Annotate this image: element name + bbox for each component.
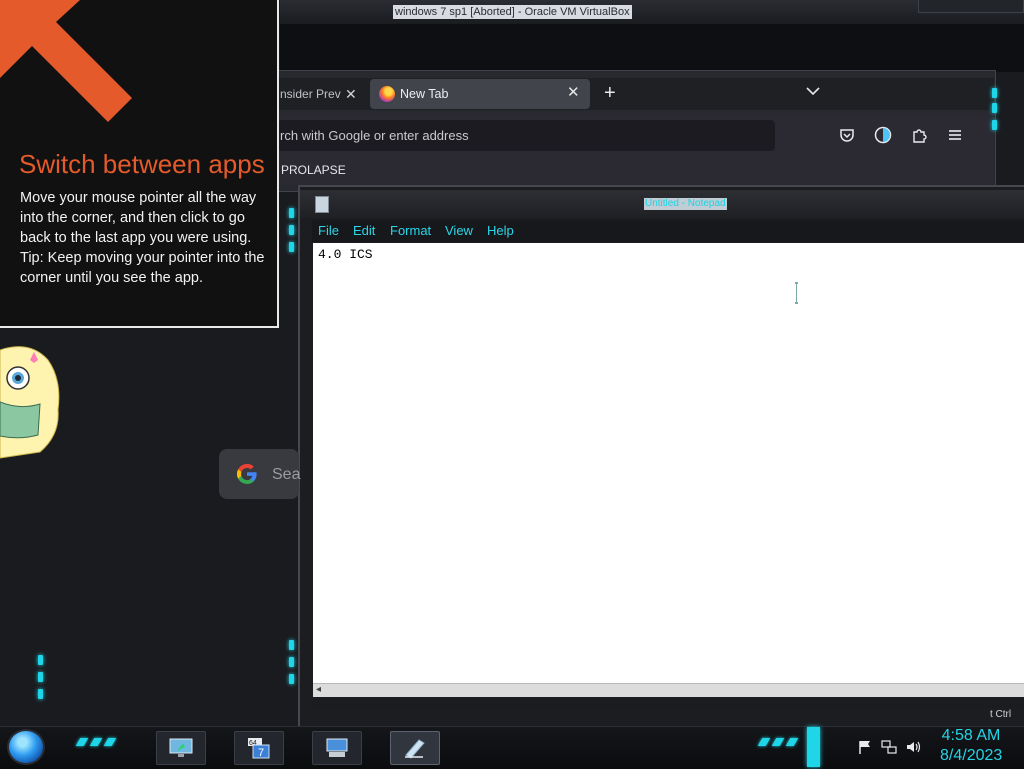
notepad-text-area[interactable] (313, 243, 1024, 683)
clock-date[interactable]: 8/4/2023 (940, 747, 1002, 765)
new-tab-button[interactable]: + (604, 82, 616, 104)
glow-accent (992, 88, 997, 98)
computer-icon (326, 738, 348, 757)
network-icon[interactable] (881, 739, 897, 755)
vm-window-title: windows 7 sp1 [Aborted] - Oracle VM Virt… (393, 5, 632, 19)
menu-edit[interactable]: Edit (353, 223, 375, 239)
menu-view[interactable]: View (445, 223, 473, 239)
url-placeholder: rch with Google or enter address (280, 128, 469, 143)
pocket-icon[interactable] (838, 126, 856, 144)
vm-titlebar[interactable] (280, 0, 1024, 25)
firefox-view-icon[interactable] (874, 126, 892, 144)
notepad-title: Untitled - Notepad (644, 198, 727, 210)
taskbar-app-remote-desktop[interactable] (156, 731, 206, 765)
glow-accent (289, 242, 294, 252)
hint-instruction: Move your mouse pointer all the way into… (20, 190, 257, 246)
vm-titlebar-decoration (918, 0, 1024, 13)
tab-label: New Tab (400, 87, 449, 101)
character-sticker-image (0, 346, 60, 459)
clock-time[interactable]: 4:58 AM (940, 727, 1002, 745)
scroll-left-icon[interactable]: ◂ (316, 684, 321, 696)
tab-insider-preview[interactable]: nsider Prev ✕ (278, 80, 368, 108)
glow-accent (992, 120, 997, 130)
hint-body: Move your mouse pointer all the way into… (20, 188, 270, 288)
glow-accent (289, 640, 294, 650)
tab-close-icon[interactable]: ✕ (345, 80, 357, 108)
vm-host-key-label: t Ctrl (990, 709, 1012, 721)
hint-tip: Tip: Keep moving your pointer into the c… (20, 250, 265, 286)
taskbar-app-windows7[interactable]: 64 7 (234, 731, 284, 765)
menu-help[interactable]: Help (487, 223, 514, 239)
glow-accent (289, 208, 294, 218)
firefox-logo-icon (379, 86, 395, 102)
glow-accent (38, 689, 43, 699)
glow-accent (289, 657, 294, 667)
windows7-badge-icon: 64 7 (248, 738, 270, 759)
google-logo-icon (236, 463, 257, 485)
glow-accent (38, 672, 43, 682)
menu-file[interactable]: File (318, 223, 339, 239)
list-all-tabs-icon[interactable] (806, 84, 820, 98)
notepad-icon (405, 739, 425, 759)
hint-title: Switch between apps (19, 149, 265, 179)
glow-accent (289, 225, 294, 235)
vm-body (280, 24, 1024, 72)
arrow-up-left-icon (0, 0, 132, 122)
glow-accent (992, 103, 997, 113)
text-cursor-icon (795, 282, 798, 304)
glow-accent (289, 674, 294, 684)
bookmark-item[interactable]: PROLAPSE (281, 163, 346, 177)
action-center-flag-icon[interactable] (857, 739, 873, 755)
tab-label: nsider Prev (280, 87, 341, 101)
taskbar-accent-glow (807, 727, 820, 767)
horizontal-scrollbar[interactable] (313, 683, 1024, 698)
notepad-bottom-frame (313, 697, 1024, 707)
start-button[interactable] (7, 729, 45, 765)
taskbar-app-computer[interactable] (312, 731, 362, 765)
menu-format[interactable]: Format (390, 223, 431, 239)
monitor-icon (169, 738, 193, 757)
taskbar-app-notepad[interactable] (390, 731, 440, 765)
glow-accent (38, 655, 43, 665)
menu-icon[interactable] (946, 126, 964, 144)
extensions-icon[interactable] (910, 126, 928, 144)
notepad-icon (315, 196, 329, 213)
volume-icon[interactable] (905, 739, 921, 755)
tab-close-icon[interactable]: ✕ (567, 84, 580, 102)
taskbar-badge-number: 7 (258, 747, 264, 759)
google-search-placeholder: Sea (272, 466, 301, 483)
notepad-content: 4.0 ICS (318, 247, 373, 262)
bookmarks-toolbar (278, 157, 994, 185)
